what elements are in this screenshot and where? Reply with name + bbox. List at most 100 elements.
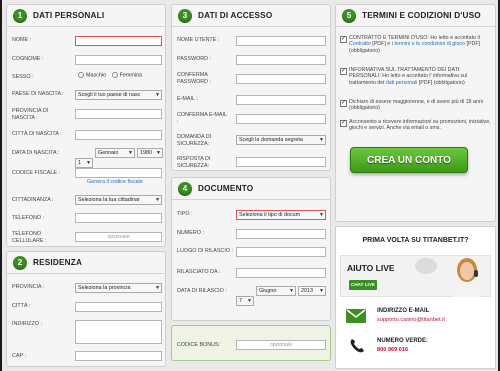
- giorno-nascita-select[interactable]: 1 ▼: [75, 158, 93, 168]
- citta-nascita-input[interactable]: [75, 130, 162, 140]
- section-title: DATI PERSONALI: [33, 11, 105, 20]
- step-badge: 2: [13, 255, 27, 270]
- password-input[interactable]: [236, 55, 326, 65]
- mese-nascita-select[interactable]: Gennaio ▼: [95, 148, 135, 158]
- promozioni-checkbox[interactable]: ✓: [340, 120, 347, 127]
- cittadinanza-select[interactable]: Seleziona la tua cittadinar ▼: [75, 195, 162, 205]
- support-email-link[interactable]: supporto.casino@titanbet.it: [377, 317, 445, 323]
- email-label: INDIRIZZO E-MAIL: [377, 308, 430, 314]
- dati-personali-link[interactable]: dati personali: [386, 80, 418, 86]
- maggiorenne-checkbox[interactable]: ✓: [340, 100, 347, 107]
- provincia-nascita-input[interactable]: [75, 109, 162, 119]
- data-nascita-label: DATA DI NASCITA :: [12, 150, 60, 156]
- citta-label: CITTÀ :: [12, 303, 31, 309]
- documento-panel: 4 DOCUMENTO TIPO : Seleziona il tipo di …: [171, 177, 331, 321]
- section-title: TERMINI E CODIZIONI D'USO: [362, 11, 481, 20]
- termini-link[interactable]: termini e le condizioni di gioco: [394, 41, 465, 47]
- genera-codice-link[interactable]: Genera il codice fiscale: [87, 179, 143, 185]
- support-agent-avatar: [448, 256, 486, 297]
- password-label: PASSWORD :: [177, 56, 212, 62]
- nome-label: NOME :: [12, 37, 32, 43]
- section-header: 5 TERMINI E CODIZIONI D'USO: [336, 5, 495, 27]
- phone-label: NUMERO VERDE:: [377, 338, 429, 344]
- rilasciato-label: RILASCIATO DA :: [177, 269, 221, 275]
- cap-label: CAP :: [12, 353, 26, 359]
- domanda-select[interactable]: Scegli la domanda segreta ▼: [236, 135, 326, 145]
- cap-input[interactable]: [75, 351, 162, 361]
- privacy-text: INFORMATIVA SUL TRATTAMENTO DEI DATI PER…: [349, 67, 468, 86]
- help-promo-panel: PRIMA VOLTA SU TITANBET.IT? AIUTO LIVE C…: [335, 226, 496, 369]
- dati-accesso-panel: 3 DATI DI ACCESSO NOME UTENTE : PASSWORD…: [171, 4, 331, 171]
- registration-page: 1 DATI PERSONALI NOME : COGNOME : SESSO …: [2, 0, 498, 371]
- cognome-input[interactable]: [75, 55, 162, 65]
- conferma-email-input[interactable]: [236, 114, 326, 124]
- email-input[interactable]: [236, 95, 326, 105]
- sesso-label: SESSO :: [12, 74, 34, 80]
- indirizzo-input[interactable]: [75, 320, 162, 344]
- giorno-rilascio-select[interactable]: 7 ▼: [236, 296, 254, 306]
- maschio-radio[interactable]: [78, 72, 84, 78]
- bonus-input[interactable]: opzionale: [236, 340, 326, 350]
- step-badge: 4: [178, 181, 192, 196]
- cellulare-input[interactable]: opzionale: [75, 232, 162, 242]
- luogo-input[interactable]: [236, 247, 326, 257]
- username-label: NOME UTENTE :: [177, 37, 220, 43]
- phone-icon: [348, 337, 366, 355]
- maggiorenne-text: Dichiaro di essere maggiorenne, e di ave…: [349, 99, 483, 112]
- privacy-checkbox[interactable]: ✓: [340, 68, 347, 75]
- luogo-label: LUOGO DI RILASCIO :: [177, 248, 234, 254]
- section-title: DATI DI ACCESSO: [198, 11, 273, 20]
- aiuto-live-banner: AIUTO LIVE CHAT LIVE: [340, 255, 491, 297]
- anno-nascita-select[interactable]: 1980 ▼: [137, 148, 163, 158]
- numero-input[interactable]: [236, 229, 326, 239]
- provincia-select[interactable]: Seleziona la provincia ▼: [75, 283, 162, 293]
- termini-panel: 5 TERMINI E CODIZIONI D'USO ✓ CONTRATTO …: [335, 4, 496, 222]
- residenza-panel: 2 RESIDENZA PROVINCIA : Seleziona la pro…: [6, 251, 166, 367]
- maschio-label: Maschio: [86, 72, 107, 79]
- telefono-label: TELEFONO :: [12, 215, 45, 221]
- nome-input[interactable]: [75, 36, 162, 46]
- cittadinanza-label: CITTADINANZA :: [12, 197, 54, 203]
- femmina-radio[interactable]: [111, 72, 118, 78]
- section-header: 3 DATI DI ACCESSO: [172, 5, 330, 27]
- citta-input[interactable]: [75, 302, 162, 312]
- phone-number: 800 969 016: [377, 347, 409, 353]
- email-icon: [346, 309, 366, 323]
- rilasciato-input[interactable]: [236, 268, 326, 278]
- codice-fiscale-input[interactable]: [75, 168, 162, 178]
- tipo-documento-select[interactable]: Seleziona il tipo di docum ▼: [236, 210, 326, 220]
- conferma-password-input[interactable]: [236, 74, 326, 84]
- provincia-nascita-label: PROVINCIA DI NASCITA :: [12, 108, 49, 121]
- username-input[interactable]: [236, 36, 326, 46]
- crea-conto-button[interactable]: CREA UN CONTO: [350, 147, 468, 173]
- risposta-input[interactable]: [236, 157, 326, 167]
- tipo-label: TIPO :: [177, 211, 193, 217]
- paese-select[interactable]: Scegli il tuo paese di nasc ▼: [75, 90, 162, 100]
- step-badge: 5: [342, 8, 356, 23]
- indirizzo-label: INDIRIZZO :: [12, 321, 42, 327]
- section-title: RESIDENZA: [33, 258, 83, 267]
- contratto-link[interactable]: Contratto: [349, 41, 371, 47]
- citta-nascita-label: CITTÀ DI NASCITA :: [12, 131, 62, 137]
- chat-live-button[interactable]: CHAT LIVE: [349, 280, 377, 290]
- sesso-radio-group: Maschio Femmina: [78, 72, 142, 78]
- femmina-label: Femmina: [119, 72, 143, 79]
- contratto-checkbox[interactable]: ✓: [340, 36, 347, 43]
- section-header: 2 RESIDENZA: [7, 252, 165, 274]
- cognome-label: COGNOME :: [12, 56, 44, 62]
- section-title: DOCUMENTO: [198, 184, 254, 193]
- anno-rilascio-select[interactable]: 2013 ▼: [298, 286, 326, 296]
- domanda-label: DOMANDA DI SICUREZZA:: [177, 134, 212, 147]
- data-rilascio-label: DATA DI RILASCIO :: [177, 288, 227, 294]
- promozioni-text: Acconsento a ricevere informazioni su pr…: [349, 119, 491, 132]
- mese-rilascio-select[interactable]: Giugno ▼: [256, 286, 296, 296]
- section-header: 1 DATI PERSONALI: [7, 5, 165, 27]
- section-header: 4 DOCUMENTO: [172, 178, 330, 200]
- promo-title: PRIMA VOLTA SU TITANBET.IT?: [362, 237, 469, 244]
- paese-label: PAESE DI NASCITA :: [12, 91, 64, 97]
- contratto-text: CONTRATTO E TERMINI D'USO: Ho letto e ac…: [349, 35, 481, 54]
- dati-personali-panel: 1 DATI PERSONALI NOME : COGNOME : SESSO …: [6, 4, 166, 247]
- risposta-label: RISPOSTA DI SICUREZZA:: [177, 156, 211, 169]
- numero-label: NUMERO :: [177, 230, 204, 236]
- telefono-input[interactable]: [75, 213, 162, 223]
